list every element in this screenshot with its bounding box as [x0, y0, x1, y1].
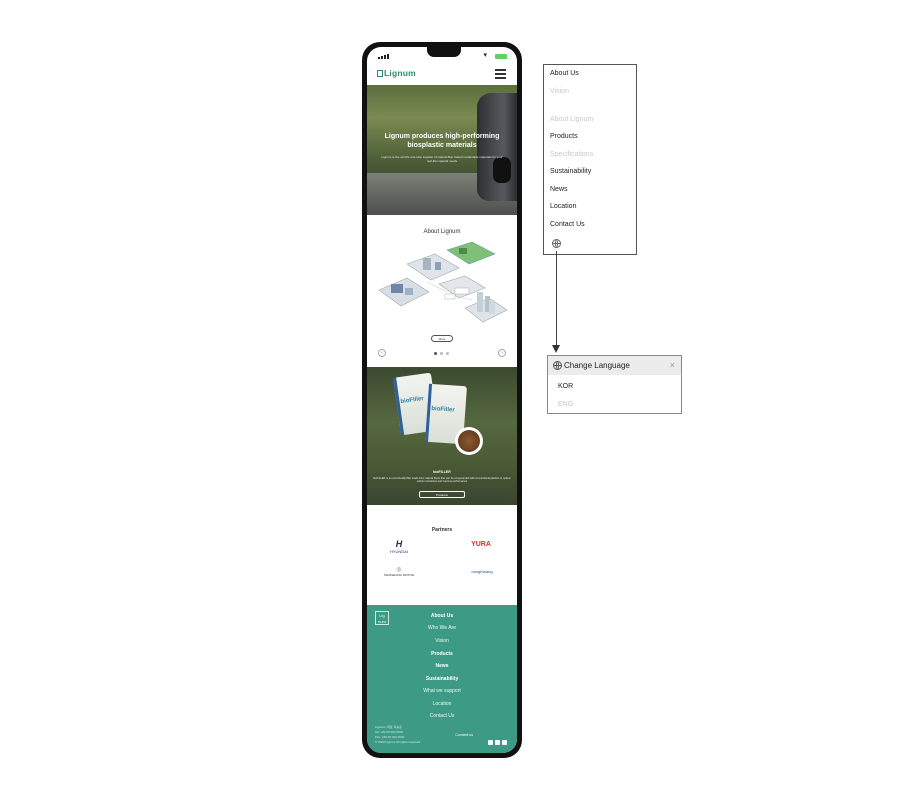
footer-link-products[interactable]: Products — [397, 651, 487, 657]
top-nav: Lignum — [367, 63, 517, 83]
globe-icon — [553, 361, 562, 370]
change-language-panel: Change Language × KOR ENG — [547, 355, 682, 414]
change-language-title: Change Language — [564, 361, 630, 370]
arrow-right-icon[interactable]: › — [498, 349, 506, 357]
partners-title: Partners — [431, 527, 453, 533]
wifi-icon: ▾ — [483, 52, 487, 59]
footer-info-line: © 2023 Lignum All rights reserved — [375, 740, 421, 744]
flow-connector-line — [556, 251, 557, 347]
menu-item-vision[interactable]: Vision — [550, 88, 569, 95]
phone-frame: ▾ Lignum Lignum produces high-performing… — [362, 42, 522, 758]
footer-link-location[interactable]: Location — [397, 701, 487, 707]
menu-item-sustainability[interactable]: Sustainability — [550, 168, 591, 175]
facebook-icon[interactable] — [488, 740, 493, 745]
change-language-header: Change Language × — [548, 356, 681, 375]
brand-logo[interactable]: Lignum — [377, 68, 416, 78]
carousel-dots[interactable] — [434, 352, 450, 355]
menu-item-location[interactable]: Location — [550, 203, 576, 210]
phone-screen: ▾ Lignum Lignum produces high-performing… — [367, 47, 517, 753]
footer-link-news[interactable]: News — [397, 663, 487, 669]
logo-mark-icon — [377, 70, 383, 77]
hamburger-menu-icon[interactable] — [495, 69, 506, 79]
battery-icon — [495, 54, 507, 59]
about-isometric-illustration — [378, 242, 507, 323]
footer-info-line: Tel: +82 00 000 0000 — [375, 730, 404, 734]
globe-icon[interactable] — [552, 239, 561, 248]
flow-arrowhead — [552, 345, 560, 353]
menu-item-contact-us[interactable]: Contact Us — [550, 221, 585, 228]
close-icon[interactable]: × — [670, 360, 675, 370]
language-option-eng[interactable]: ENG — [558, 401, 573, 408]
linkedin-icon[interactable] — [495, 740, 500, 745]
about-section-title: About Lignum — [423, 229, 461, 235]
partner-logo-yura: YURA — [471, 541, 491, 548]
brand-name: Lignum — [384, 68, 416, 78]
hero-banner: Lignum produces high-performing biosplas… — [367, 85, 517, 215]
menu-item-about-us[interactable]: About Us — [550, 70, 579, 77]
hero-subtext: Lignum is the world's one-stop supplier … — [381, 155, 503, 163]
menu-item-about-lignum[interactable]: About Lignum — [550, 116, 593, 123]
menu-item-specifications[interactable]: Specifications — [550, 151, 593, 158]
menu-item-news[interactable]: News — [550, 186, 568, 193]
footer-link-vision[interactable]: Vision — [397, 638, 487, 644]
footer-link-about-us[interactable]: About Us — [397, 613, 487, 619]
instagram-icon[interactable] — [502, 740, 507, 745]
product-section: bioFiller bioFiller bioFILLER bioFILLER … — [367, 367, 517, 505]
nav-menu-panel: About Us Vision About Lignum Products Sp… — [543, 64, 637, 255]
products-button[interactable]: Products — [419, 491, 465, 498]
hero-headline: Lignum produces high-performing biosplas… — [384, 133, 500, 149]
footer-link-contact-us[interactable]: Contact Us — [397, 713, 487, 719]
signal-icon — [378, 54, 390, 59]
about-more-button[interactable]: More — [431, 335, 453, 342]
footer-info-line: Lignum | 대표 이승훈 — [375, 725, 402, 729]
footer-link-sustainability[interactable]: Sustainability — [397, 676, 487, 682]
menu-item-products[interactable]: Products — [550, 133, 578, 140]
partner-logo-hyundai: H HYUNDAI — [383, 539, 415, 555]
partner-logo-shinseong: ◎ SHINSEONG MOTOR — [377, 567, 421, 577]
partner-logo-dongkwang: dongKwang — [471, 569, 493, 574]
hyundai-icon: H — [395, 539, 403, 549]
footer-info-line: Fax: +82 00 000 0000 — [375, 735, 405, 739]
footer-logo[interactable]: Lig num — [375, 611, 389, 625]
language-option-kor[interactable]: KOR — [558, 383, 573, 390]
phone-notch — [427, 47, 461, 57]
connect-label: Connect us — [455, 733, 473, 737]
product-description: bioFILLER is an eco-friendly filler made… — [373, 477, 511, 484]
pellets-image — [455, 427, 483, 455]
footer-link-what-we-support[interactable]: What we support — [397, 688, 487, 694]
arrow-left-icon[interactable]: ‹ — [378, 349, 386, 357]
footer-link-who-we-are[interactable]: Who We Are — [397, 625, 487, 631]
footer: Lig num About Us Who We Are Vision Produ… — [367, 605, 517, 753]
product-title: bioFILLER — [433, 470, 451, 474]
